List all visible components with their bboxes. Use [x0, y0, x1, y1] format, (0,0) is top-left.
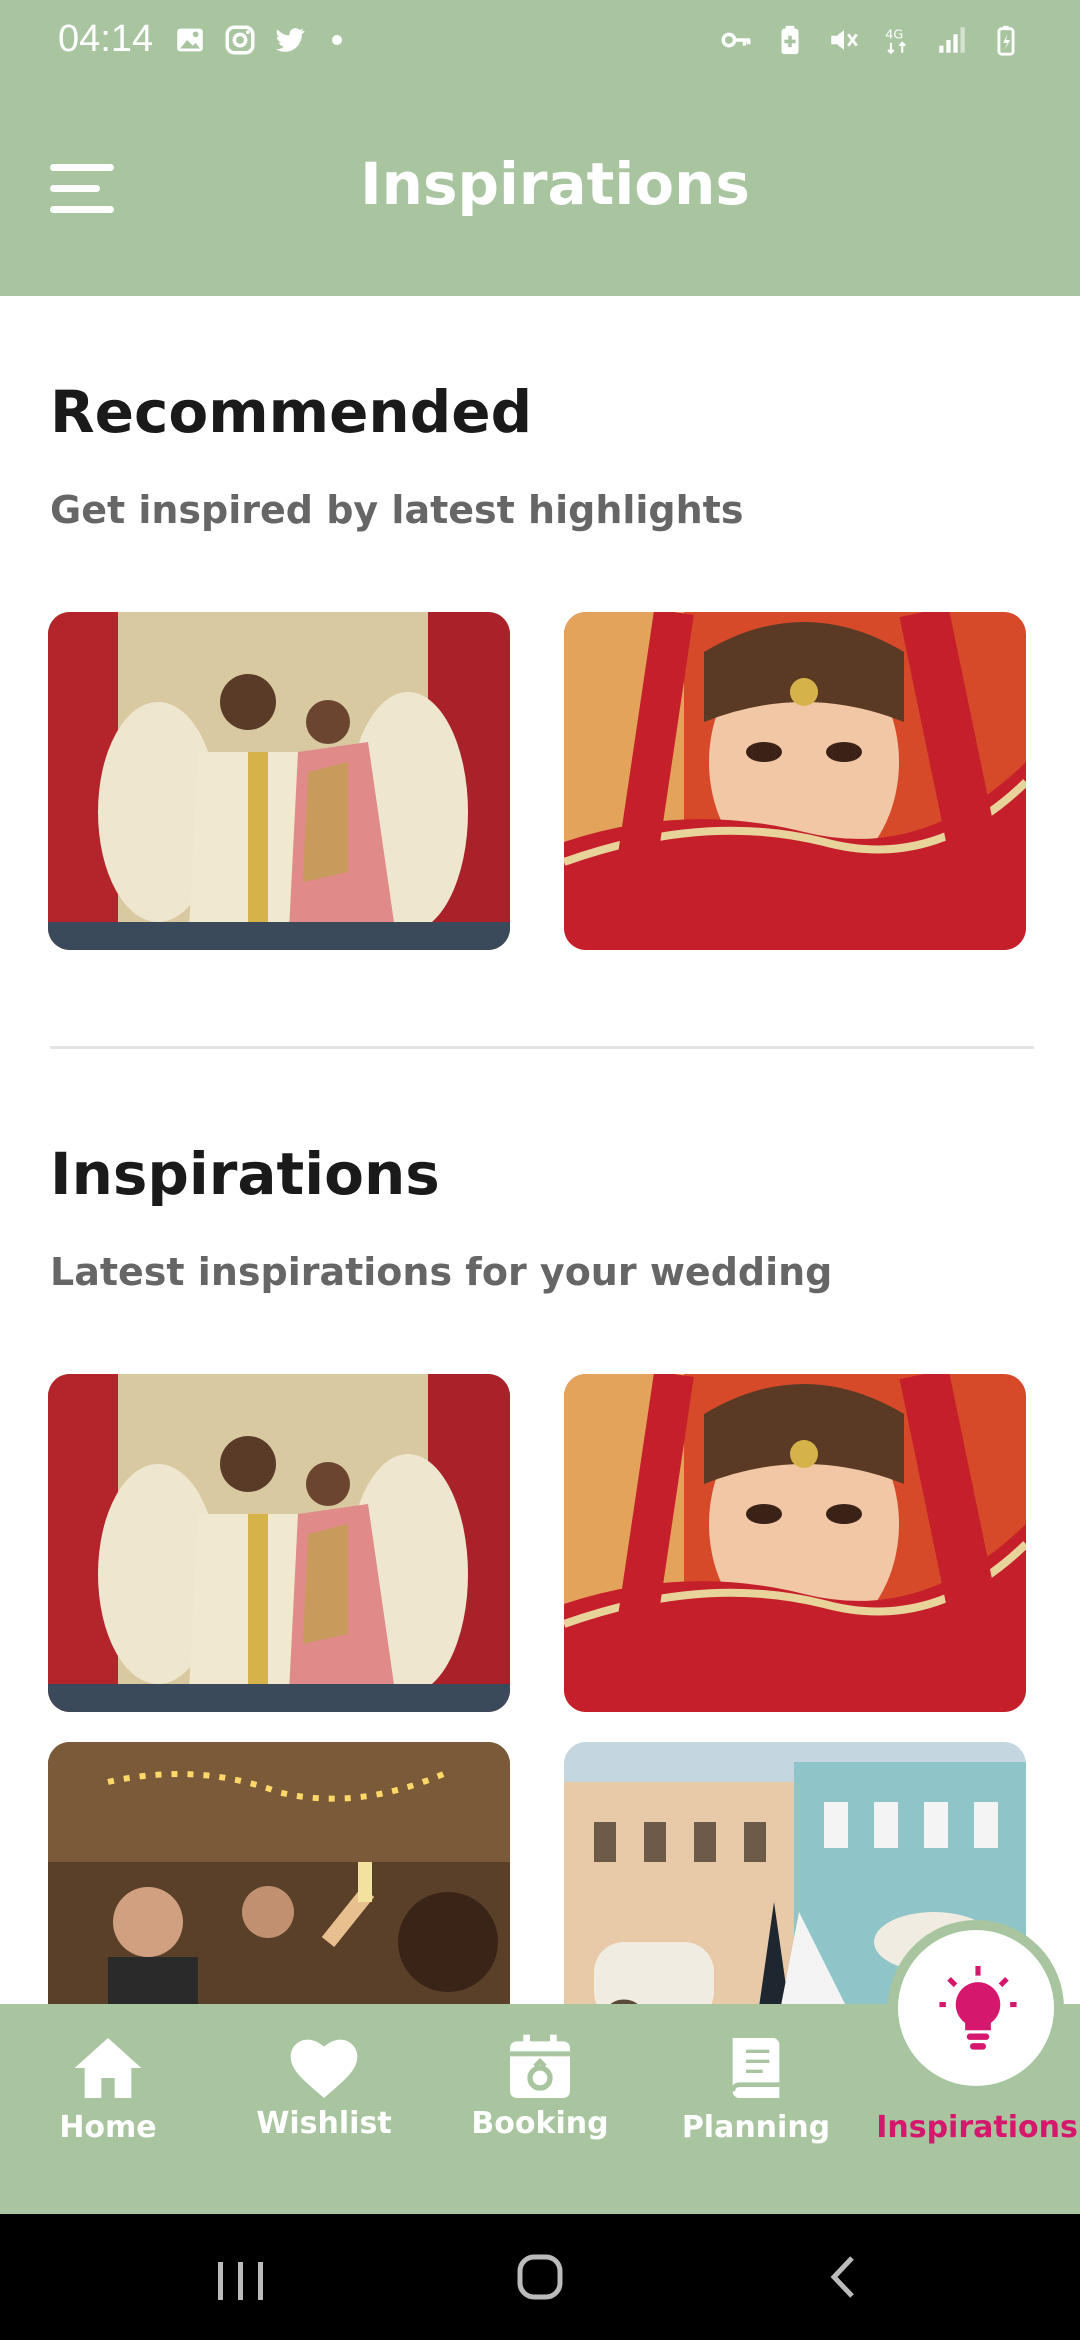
battery-saver-icon: [772, 22, 808, 58]
notification-dot-icon: [332, 35, 342, 45]
recents-icon[interactable]: [200, 2240, 280, 2314]
back-icon[interactable]: [806, 2240, 886, 2314]
recommended-title: Recommended: [50, 378, 533, 446]
system-nav-bar: [0, 2214, 1080, 2340]
home-icon: [74, 2038, 142, 2098]
nav-inspirations-active[interactable]: [888, 1920, 1064, 2096]
booking-icon: [510, 2034, 570, 2098]
book-icon: [730, 2038, 780, 2098]
heart-icon: [290, 2039, 358, 2098]
nav-wishlist-label: Wishlist: [256, 2106, 392, 2141]
nav-inspirations-label[interactable]: Inspirations: [872, 2110, 1080, 2145]
mute-icon: [826, 22, 862, 58]
recommended-couple-photo[interactable]: [48, 612, 510, 950]
network-4g-icon: 4G: [880, 22, 916, 58]
nav-home[interactable]: Home: [8, 2004, 208, 2214]
instagram-icon: [222, 22, 258, 58]
home-circle-icon[interactable]: [500, 2240, 580, 2314]
nav-planning-label: Planning: [681, 2110, 831, 2145]
gallery-icon: [172, 22, 208, 58]
twitter-icon: [272, 22, 308, 58]
status-time: 04:14: [58, 18, 154, 60]
nav-booking[interactable]: Booking: [440, 2004, 640, 2214]
inspirations-subtitle: Latest inspirations for your wedding: [50, 1250, 833, 1294]
nav-planning[interactable]: Planning: [656, 2004, 856, 2214]
lightbulb-icon: [939, 1966, 1017, 2050]
page-title: Inspirations: [360, 150, 750, 218]
battery-icon: [988, 22, 1024, 58]
inspirations-title: Inspirations: [50, 1140, 440, 1208]
svg-text:4G: 4G: [885, 28, 903, 43]
inspiration-bride-photo[interactable]: [564, 1374, 1026, 1712]
status-bar: 04:14 4G: [0, 0, 1080, 84]
recommended-subtitle: Get inspired by latest highlights: [50, 488, 744, 532]
inspiration-party-photo[interactable]: [48, 1742, 510, 2042]
vpn-key-icon: [718, 22, 754, 58]
nav-booking-label: Booking: [471, 2106, 609, 2141]
nav-wishlist[interactable]: Wishlist: [224, 2004, 424, 2214]
app-header: 04:14 4G Inspirations: [0, 0, 1080, 296]
section-divider: [50, 1046, 1034, 1049]
inspiration-couple-photo[interactable]: [48, 1374, 510, 1712]
signal-icon: [934, 22, 970, 58]
recommended-bride-photo[interactable]: [564, 612, 1026, 950]
nav-home-label: Home: [59, 2110, 157, 2145]
